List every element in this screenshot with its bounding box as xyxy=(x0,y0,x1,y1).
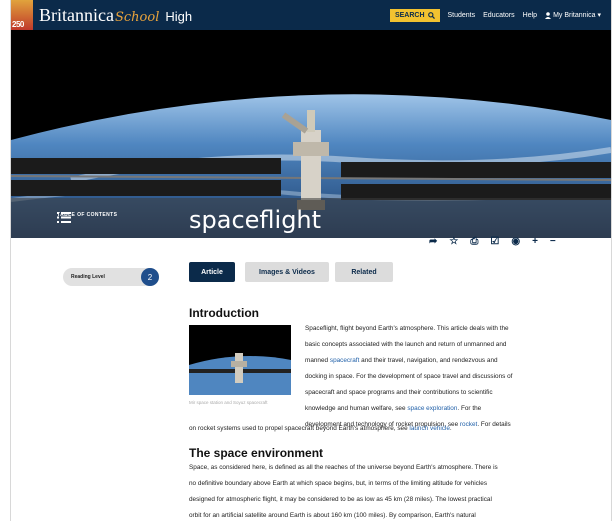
anniversary-logo[interactable]: 250 xyxy=(11,0,33,30)
text-fragment: on rocket systems used to propel spacecr… xyxy=(189,425,410,432)
text-fragment: . xyxy=(449,425,452,432)
tab-images-videos[interactable]: Images & Videos xyxy=(245,262,329,282)
nav-students[interactable]: Students xyxy=(448,12,476,19)
reading-level-button[interactable]: 2 xyxy=(141,268,159,286)
plus-icon[interactable]: + xyxy=(532,236,538,247)
brand-school: School xyxy=(114,9,160,25)
text-fragment: . For details xyxy=(477,421,511,428)
space-environment-paragraph: Space, as considered here, is defined as… xyxy=(189,460,589,521)
tab-related[interactable]: Related xyxy=(335,262,393,282)
my-britannica-menu[interactable]: My Britannica ▾ xyxy=(545,11,601,19)
intro-line: manned spacecraft and their travel, navi… xyxy=(305,353,585,369)
brand-name: Britannica xyxy=(39,4,114,25)
space-exploration-link[interactable]: space exploration xyxy=(407,405,457,412)
launch-vehicle-link[interactable]: launch vehicle xyxy=(409,425,450,432)
search-label: SEARCH xyxy=(394,11,425,19)
article-title: spaceflight xyxy=(189,206,322,234)
intro-line-full-width: on rocket systems used to propel spacecr… xyxy=(189,425,452,432)
section-heading-space-environment: The space environment xyxy=(189,446,324,460)
nav-help[interactable]: Help xyxy=(523,12,537,19)
text-fragment: manned xyxy=(305,357,330,364)
chevron-down-icon: ▾ xyxy=(597,12,601,19)
rocket-link[interactable]: rocket xyxy=(460,421,477,428)
print-icon[interactable]: ⎙ xyxy=(470,236,478,247)
search-button[interactable]: SEARCH xyxy=(389,8,440,22)
space-line: no definitive boundary above Earth at wh… xyxy=(189,480,488,487)
introduction-paragraph: Spaceflight, flight beyond Earth's atmos… xyxy=(305,321,585,433)
list-icon xyxy=(57,212,71,223)
section-heading-introduction: Introduction xyxy=(189,306,259,320)
intro-line: docking in space. For the development of… xyxy=(305,373,513,380)
page-frame: 250 Britannica School High SEARCH Studen… xyxy=(10,0,612,521)
search-icon xyxy=(427,11,435,19)
text-fragment: and their travel, navigation, and rendez… xyxy=(359,357,498,364)
anniversary-badge-text: 250 xyxy=(12,20,24,29)
spacecraft-link[interactable]: spacecraft xyxy=(330,357,359,364)
my-britannica-label: My Britannica xyxy=(553,11,596,19)
space-station-image xyxy=(189,325,291,395)
image-caption: Mir space station and Soyuz spacecraft xyxy=(189,400,268,405)
article-tools: ➦ ☆ ⎙ ☑ ◉ + − xyxy=(429,236,556,247)
brand-level: High xyxy=(165,8,193,24)
tab-article[interactable]: Article xyxy=(189,262,235,282)
space-line: designed for atmospheric flight, it may … xyxy=(189,496,492,503)
table-of-contents-button[interactable]: TABLE OF CONTENTS xyxy=(57,212,117,223)
article-image-thumbnail[interactable] xyxy=(189,325,291,395)
minus-icon[interactable]: − xyxy=(550,236,556,247)
reading-level-label: Reading Level xyxy=(71,274,105,280)
intro-line: Spaceflight, flight beyond Earth's atmos… xyxy=(305,325,509,332)
globe-icon[interactable]: ◉ xyxy=(511,236,520,247)
reading-level-toggle[interactable]: Reading Level 2 xyxy=(63,268,159,286)
intro-line: spacecraft and space programs and their … xyxy=(305,389,493,396)
star-icon[interactable]: ☆ xyxy=(449,236,458,247)
britannica-school-logo[interactable]: Britannica School High xyxy=(39,5,192,26)
intro-line: knowledge and human welfare, see space e… xyxy=(305,401,585,417)
space-line: Space, as considered here, is defined as… xyxy=(189,464,498,471)
space-line: orbit for an artificial satellite around… xyxy=(189,512,476,519)
hero-banner: TABLE OF CONTENTS spaceflight xyxy=(11,30,611,238)
top-navigation-bar: 250 Britannica School High SEARCH Studen… xyxy=(11,0,611,30)
header-nav: SEARCH Students Educators Help My Britan… xyxy=(389,8,611,22)
text-fragment: . For the xyxy=(457,405,482,412)
checkbox-icon[interactable]: ☑ xyxy=(490,236,499,247)
text-fragment: knowledge and human welfare, see xyxy=(305,405,408,412)
intro-line: basic concepts associated with the launc… xyxy=(305,341,507,348)
nav-educators[interactable]: Educators xyxy=(483,12,515,19)
user-icon xyxy=(545,11,552,19)
share-icon[interactable]: ➦ xyxy=(429,236,437,247)
